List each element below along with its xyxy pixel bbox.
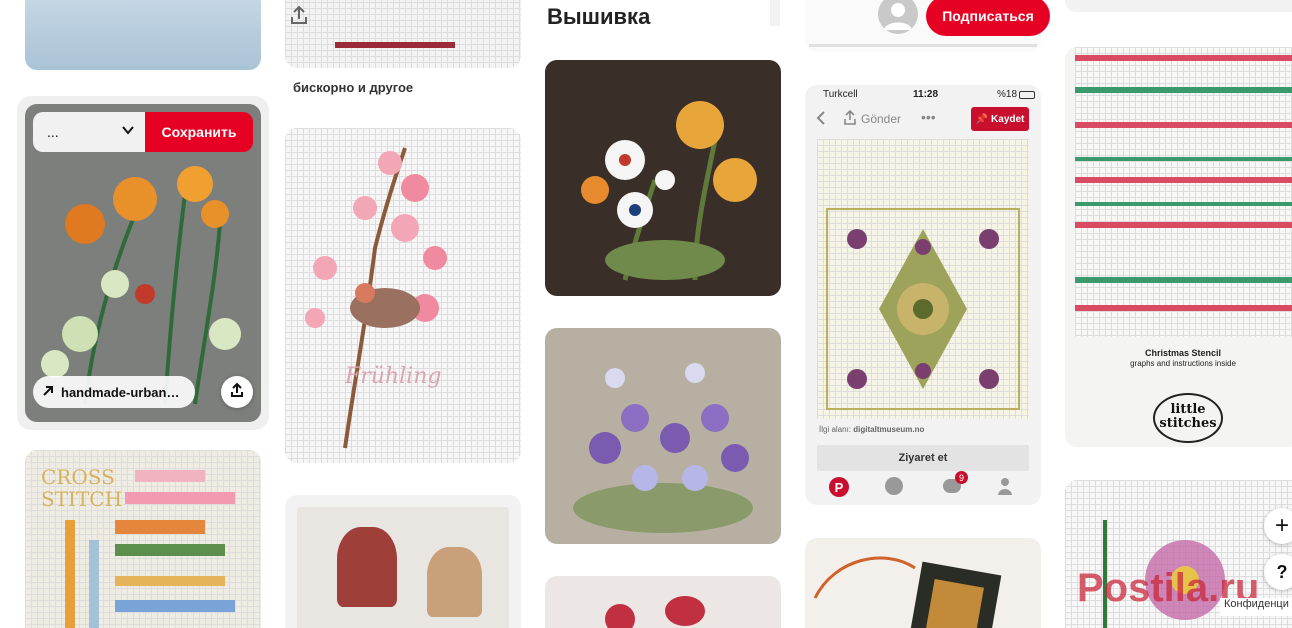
back-icon[interactable] bbox=[815, 110, 827, 131]
visit-button[interactable]: Ziyaret et bbox=[817, 445, 1029, 471]
share-top-button[interactable] bbox=[284, 2, 314, 32]
source-link[interactable]: handmade-urban… bbox=[33, 376, 195, 408]
source-site[interactable]: digitaltmuseum.no bbox=[853, 425, 924, 434]
phone-pattern-image bbox=[817, 139, 1029, 419]
logo-line1: little bbox=[1170, 402, 1206, 417]
board-select[interactable]: ... bbox=[33, 112, 145, 152]
pin-image-stitched-ornament[interactable] bbox=[805, 538, 1041, 628]
share-icon bbox=[843, 109, 857, 131]
help-button[interactable]: ? bbox=[1264, 554, 1292, 590]
privacy-link[interactable]: Конфиденци bbox=[1220, 598, 1292, 616]
phone-save-button[interactable]: 📌 Kaydet bbox=[971, 107, 1029, 131]
share-icon bbox=[288, 4, 310, 31]
pinterest-logo-icon[interactable]: P bbox=[829, 477, 849, 497]
svg-text:Frühling: Frühling bbox=[344, 364, 441, 389]
question-icon: ? bbox=[1276, 561, 1288, 582]
visit-button-label: Ziyaret et bbox=[898, 452, 948, 464]
sampler-text: CROSS STITCH bbox=[41, 465, 123, 511]
pin-image-ornaments[interactable] bbox=[285, 495, 521, 628]
pin-image-phone-screenshot[interactable]: Turkcell 11:28 %18 Gönder ••• 📌 Kaydet İ… bbox=[805, 85, 1041, 505]
phone-source: İlgi alanı: digitaltmuseum.no bbox=[819, 425, 924, 434]
pin-image-bird-blossom[interactable]: Frühling bbox=[285, 128, 521, 463]
share-label[interactable]: Gönder bbox=[861, 112, 901, 126]
pin-image-pattern-top[interactable] bbox=[285, 0, 521, 68]
felt-flowers-illustration bbox=[581, 101, 757, 281]
pin-caption[interactable]: бискорно и другое bbox=[293, 80, 413, 95]
profile-icon[interactable] bbox=[997, 477, 1013, 495]
more-icon[interactable]: ••• bbox=[921, 109, 936, 125]
board-select-value: ... bbox=[47, 124, 59, 140]
pin-image-cardinal-pillow[interactable] bbox=[545, 576, 781, 628]
compass-icon[interactable] bbox=[885, 477, 903, 495]
status-time: 11:28 bbox=[913, 89, 939, 100]
share-button[interactable] bbox=[221, 376, 253, 408]
phone-save-label: Kaydet bbox=[991, 113, 1025, 125]
phone-tabbar: P 9 bbox=[805, 471, 1041, 505]
share-icon bbox=[229, 382, 245, 403]
bird-blossom-illustration: Frühling bbox=[305, 147, 447, 449]
pinterest-feed: ... Сохранить handmade-urban… CROSS STITC… bbox=[0, 0, 1292, 628]
tile-pattern-illustration bbox=[826, 208, 1020, 410]
pin-image-top-col5[interactable] bbox=[1065, 0, 1292, 12]
chevron-down-icon bbox=[121, 123, 135, 140]
battery-icon bbox=[1019, 91, 1035, 99]
pin-image-christmas-stencil[interactable]: Christmas Stencil graphs and instruction… bbox=[1065, 47, 1292, 447]
pin-image-felt-flowers[interactable] bbox=[545, 60, 781, 296]
phone-toolbar: Gönder ••• 📌 Kaydet bbox=[805, 107, 1041, 133]
pin-image-cross-stitch-sampler[interactable]: CROSS STITCH bbox=[25, 450, 261, 628]
ribbon-violets-illustration bbox=[573, 363, 753, 533]
phone-status-bar: Turkcell 11:28 %18 bbox=[805, 85, 1041, 105]
notification-badge: 9 bbox=[955, 471, 968, 484]
pin-image-ribbon-violets[interactable] bbox=[545, 328, 781, 544]
logo-line2: stitches bbox=[1159, 416, 1217, 431]
add-button[interactable]: + bbox=[1264, 508, 1292, 544]
stencil-title: Christmas Stencil bbox=[1144, 348, 1222, 358]
stencil-subtitle: graphs and instructions inside bbox=[1130, 359, 1236, 368]
save-button[interactable]: Сохранить bbox=[145, 112, 253, 152]
board-title: Вышивка bbox=[547, 4, 651, 29]
carrier: Turkcell bbox=[823, 89, 858, 100]
little-stitches-logo: little stitches bbox=[1153, 393, 1223, 443]
source-prefix: İlgi alanı: bbox=[819, 425, 852, 434]
ornament-illustration bbox=[813, 556, 1002, 628]
pin-image-top-col1[interactable] bbox=[25, 0, 261, 70]
follow-button[interactable]: Подписаться bbox=[926, 0, 1050, 36]
pin-icon: 📌 bbox=[975, 113, 989, 125]
pin-card-hovered[interactable]: ... Сохранить handmade-urban… bbox=[17, 96, 269, 430]
arrow-up-right-icon bbox=[41, 384, 55, 401]
source-link-label: handmade-urban… bbox=[61, 384, 180, 400]
plus-icon: + bbox=[1274, 512, 1289, 539]
battery-level: %18 bbox=[997, 89, 1018, 100]
